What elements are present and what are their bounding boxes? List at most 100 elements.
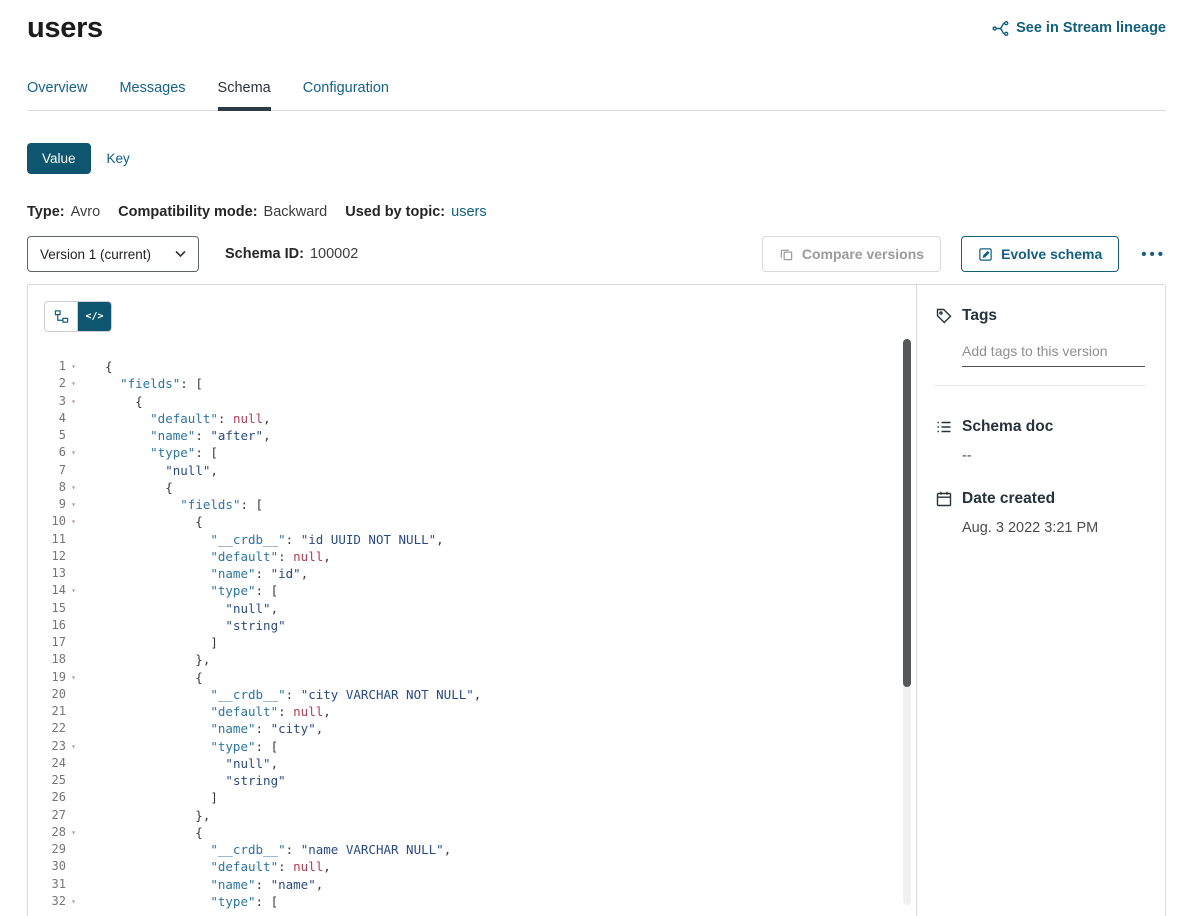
line-number: 31 (28, 876, 66, 893)
code-text: "type": [ (81, 738, 278, 755)
editor-scrollbar[interactable] (903, 339, 911, 905)
fold-toggle-icon[interactable]: ▾ (66, 513, 81, 530)
fold-gutter (66, 410, 81, 427)
code-line: 2▾ "fields": [ (28, 375, 916, 392)
line-number: 13 (28, 565, 66, 582)
fold-toggle-icon[interactable]: ▾ (66, 393, 81, 410)
fold-gutter (66, 600, 81, 617)
add-tags-input[interactable] (962, 339, 1145, 367)
code-line: 27 }, (28, 807, 916, 824)
code-text: { (81, 669, 203, 686)
fold-toggle-icon[interactable]: ▾ (66, 444, 81, 461)
schema-doc-section: Schema doc -- (935, 418, 1145, 464)
fold-gutter (66, 686, 81, 703)
compare-versions-button[interactable]: Compare versions (762, 236, 941, 272)
type-value: Avro (71, 204, 101, 220)
fold-toggle-icon[interactable]: ▾ (66, 496, 81, 513)
schema-id: Schema ID:100002 (225, 246, 358, 262)
tab-bar: Overview Messages Schema Configuration (27, 80, 1166, 111)
stream-lineage-label: See in Stream lineage (1016, 20, 1166, 36)
value-toggle-button[interactable]: Value (27, 143, 91, 174)
evolve-schema-button[interactable]: Evolve schema (961, 236, 1119, 272)
tab-schema[interactable]: Schema (218, 80, 271, 110)
fold-toggle-icon[interactable]: ▾ (66, 824, 81, 841)
code-text: "name": "id", (81, 565, 308, 582)
compare-versions-icon (779, 247, 794, 262)
tab-messages[interactable]: Messages (119, 80, 185, 110)
tab-configuration[interactable]: Configuration (303, 80, 389, 110)
fold-gutter (66, 462, 81, 479)
key-toggle-button[interactable]: Key (91, 143, 146, 174)
fold-gutter (66, 755, 81, 772)
line-number: 3 (28, 393, 66, 410)
code-line: 26 ] (28, 789, 916, 806)
fold-toggle-icon[interactable]: ▾ (66, 375, 81, 392)
code-line: 32▾ "type": [ (28, 893, 916, 910)
code-line: 30 "default": null, (28, 858, 916, 875)
schema-doc-icon (935, 418, 953, 436)
code-line: 22 "name": "city", (28, 720, 916, 737)
scrollbar-thumb[interactable] (903, 339, 911, 687)
code-text: "default": null, (81, 703, 331, 720)
code-line: 16 "string" (28, 617, 916, 634)
code-text: "__crdb__": "city VARCHAR NOT NULL", (81, 686, 481, 703)
fold-toggle-icon[interactable]: ▾ (66, 479, 81, 496)
line-number: 15 (28, 600, 66, 617)
more-options-button[interactable]: ••• (1141, 246, 1166, 263)
code-line: 8▾ { (28, 479, 916, 496)
topic-link[interactable]: users (451, 204, 486, 220)
code-view-button[interactable]: </> (78, 302, 111, 331)
fold-gutter (66, 427, 81, 444)
fold-gutter (66, 634, 81, 651)
code-text: { (81, 824, 203, 841)
code-line: 7 "null", (28, 462, 916, 479)
line-number: 26 (28, 789, 66, 806)
fold-toggle-icon[interactable]: ▾ (66, 582, 81, 599)
code-line: 24 "null", (28, 755, 916, 772)
version-select[interactable]: Version 1 (current) (27, 236, 199, 272)
line-number: 30 (28, 858, 66, 875)
fold-gutter (66, 548, 81, 565)
code-text: "default": null, (81, 410, 271, 427)
compare-versions-label: Compare versions (802, 246, 924, 262)
code-text: "name": "after", (81, 427, 271, 444)
fold-toggle-icon[interactable]: ▾ (66, 738, 81, 755)
version-controls-row: Version 1 (current) Schema ID:100002 Com… (27, 236, 1166, 272)
line-number: 27 (28, 807, 66, 824)
tree-view-button[interactable] (45, 302, 78, 331)
line-number: 16 (28, 617, 66, 634)
code-line: 1▾{ (28, 358, 916, 375)
editor-view-toggle: </> (44, 301, 112, 332)
code-text: "default": null, (81, 858, 331, 875)
code-line: 23▾ "type": [ (28, 738, 916, 755)
tags-title: Tags (962, 307, 997, 325)
fold-gutter (66, 789, 81, 806)
code-text: "__crdb__": "id UUID NOT NULL", (81, 531, 444, 548)
tab-overview[interactable]: Overview (27, 80, 87, 110)
fold-gutter (66, 565, 81, 582)
line-number: 8 (28, 479, 66, 496)
compatibility-mode: Compatibility mode:Backward (118, 204, 327, 220)
code-text: }, (81, 807, 210, 824)
code-text: ] (81, 789, 218, 806)
fold-toggle-icon[interactable]: ▾ (66, 669, 81, 686)
code-line: 19▾ { (28, 669, 916, 686)
line-number: 18 (28, 651, 66, 668)
type-label: Type: (27, 204, 65, 220)
code-line: 21 "default": null, (28, 703, 916, 720)
stream-lineage-link[interactable]: See in Stream lineage (992, 20, 1166, 37)
code-editor-content[interactable]: 1▾{2▾ "fields": [3▾ {4 "default": null,5… (28, 358, 916, 910)
code-text: }, (81, 651, 210, 668)
code-line: 3▾ { (28, 393, 916, 410)
line-number: 10 (28, 513, 66, 530)
code-text: "fields": [ (81, 375, 203, 392)
compatibility-label: Compatibility mode: (118, 204, 257, 220)
fold-toggle-icon[interactable]: ▾ (66, 893, 81, 910)
schema-doc-header: Schema doc (935, 418, 1145, 436)
line-number: 22 (28, 720, 66, 737)
code-line: 29 "__crdb__": "name VARCHAR NULL", (28, 841, 916, 858)
date-created-icon (935, 490, 953, 508)
code-view-icon: </> (85, 311, 103, 322)
line-number: 17 (28, 634, 66, 651)
fold-toggle-icon[interactable]: ▾ (66, 358, 81, 375)
